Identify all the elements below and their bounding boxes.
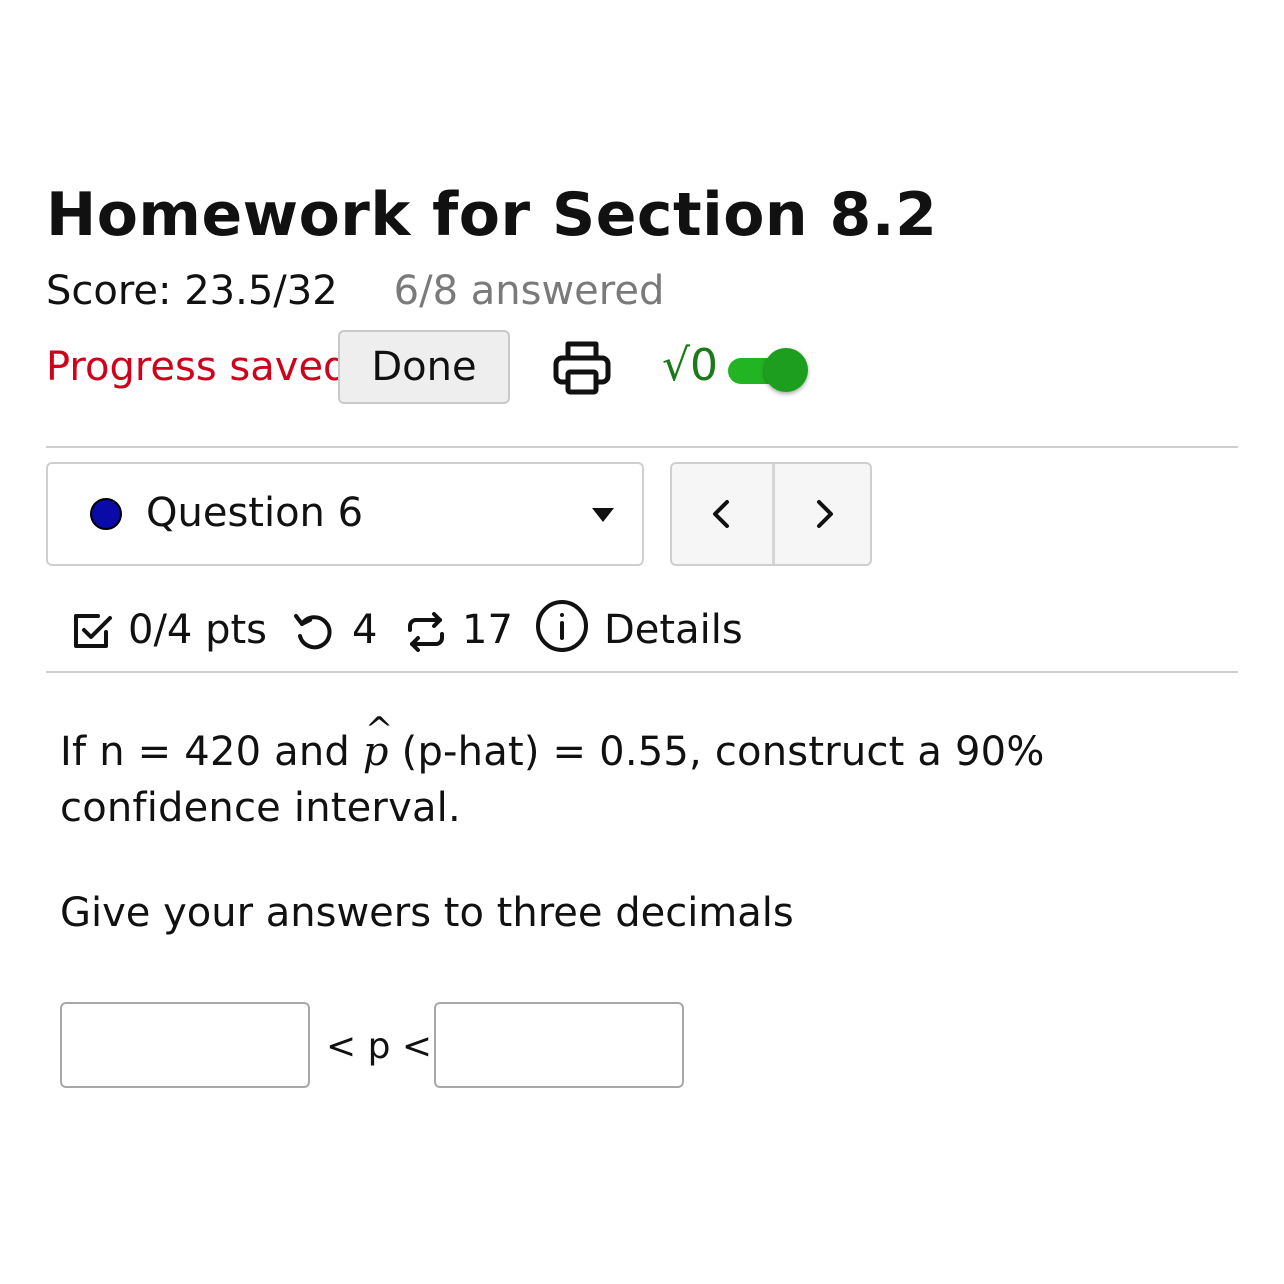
score-line: Score: 23.5/32 6/8 answered (46, 268, 664, 314)
progress-status: Progress saved (46, 344, 349, 390)
next-question-button[interactable] (774, 464, 870, 564)
question-select[interactable]: Question 6 (46, 462, 644, 566)
inequality-label: < p < (326, 1026, 433, 1067)
print-icon[interactable] (552, 338, 612, 396)
divider (46, 446, 1238, 448)
retry-icon (292, 612, 336, 662)
question-text: If n = 420 and ^ p (p-hat) = 0.55, constr… (60, 710, 1240, 836)
hat-accent: ^ (364, 710, 394, 750)
details-link[interactable]: Details (604, 598, 743, 662)
divider (46, 671, 1238, 673)
versions-count: 17 (462, 607, 513, 653)
chevron-right-icon (817, 500, 833, 528)
upper-bound-input[interactable] (434, 1002, 684, 1088)
caret-down-icon (592, 508, 614, 522)
points-text: 0/4 pts (128, 607, 268, 653)
versions-icon (404, 612, 448, 662)
checkbox-icon (72, 610, 114, 662)
instruction-text: Give your answers to three decimals (60, 890, 794, 936)
question-text-start: If n = 420 and (60, 729, 363, 775)
score-text: Score: 23.5/32 (46, 268, 338, 314)
p-hat-symbol: ^ p (363, 710, 394, 780)
toggle-knob (764, 348, 808, 392)
question-status-dot (90, 498, 122, 530)
previous-question-button[interactable] (672, 464, 772, 564)
answered-count: 6/8 answered (393, 268, 665, 314)
question-select-label: Question 6 (146, 490, 364, 536)
page-title: Homework for Section 8.2 (46, 180, 938, 250)
math-entry-toggle[interactable] (728, 348, 808, 392)
question-nav-group (670, 462, 872, 566)
done-button[interactable]: Done (338, 330, 510, 404)
info-icon[interactable] (534, 598, 590, 664)
math-entry-label: √0 (662, 340, 719, 391)
lower-bound-input[interactable] (60, 1002, 310, 1088)
retries-count: 4 (352, 607, 378, 653)
chevron-left-icon (713, 500, 729, 528)
